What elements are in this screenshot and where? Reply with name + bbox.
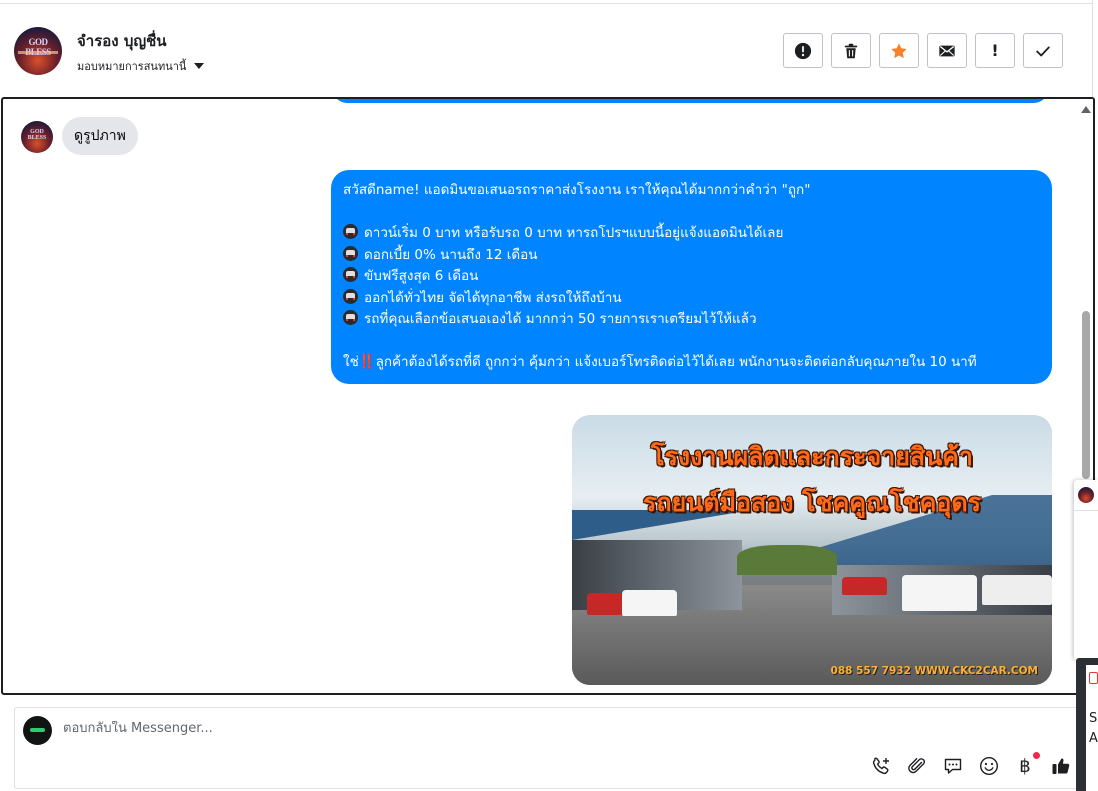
follow-up-button[interactable]: !	[975, 33, 1015, 68]
scroll-thumb[interactable]	[1082, 311, 1090, 479]
message-line: สวัสดีname! แอดมินขอเสนอรถราคาส่งโรงงาน …	[343, 182, 811, 198]
call-button[interactable]	[870, 755, 892, 777]
mark-unread-button[interactable]	[927, 33, 967, 68]
exclamation-icon: !	[991, 41, 999, 60]
car-emoji-icon	[343, 245, 358, 261]
outgoing-message[interactable]: สวัสดีname! แอดมินขอเสนอรถราคาส่งโรงงาน …	[331, 170, 1052, 384]
emoji-button[interactable]	[978, 755, 1000, 777]
chat-head-avatar[interactable]	[1078, 487, 1094, 503]
scroll-up-arrow-icon[interactable]	[1081, 106, 1091, 113]
previous-message-bubble	[333, 99, 1048, 103]
double-exclamation-emoji: ‼️	[358, 354, 376, 370]
image-title-line2: รถยนต์มือสอง โชคคูณโชคอุดร	[642, 488, 982, 517]
reply-composer: ฿	[14, 707, 1084, 789]
thumbs-up-icon	[1052, 758, 1070, 774]
chat-head-divider	[1074, 510, 1098, 511]
delete-button[interactable]	[831, 33, 871, 68]
calendar-icon	[1089, 672, 1098, 684]
page-avatar	[23, 716, 52, 745]
message-thread[interactable]: GOD BLESS ดูรูปภาพ สวัสดีname! แอดมินขอเ…	[1, 97, 1095, 695]
chat-head-panel[interactable]	[1074, 480, 1098, 660]
checkmark-icon	[1036, 46, 1050, 56]
saved-replies-button[interactable]	[942, 755, 964, 777]
message-bullet: ดาวน์เริ่ม 0 บาท หรือรับรถ 0 บาท หารถโปร…	[343, 223, 1040, 245]
like-button[interactable]	[1050, 755, 1072, 777]
car-emoji-icon	[343, 288, 358, 304]
image-car	[902, 575, 977, 611]
car-emoji-icon	[343, 267, 358, 282]
contact-name[interactable]: จำรอง บุญชื่น	[77, 29, 167, 53]
image-car	[587, 593, 627, 615]
avatar-text: GOD BLESS	[25, 37, 51, 57]
image-car	[842, 577, 887, 595]
notification-dot	[1033, 752, 1040, 759]
image-title-line1: โรงงานผลิตและกระจายสินค้า	[651, 442, 973, 471]
phone-add-icon	[872, 757, 889, 775]
caret-down-icon	[194, 63, 205, 69]
side-popup-text-a: A	[1089, 731, 1098, 746]
composer-tools: ฿	[870, 752, 1072, 777]
image-footer: 088 557 7932 WWW.CKC2CAR.COM	[830, 665, 1038, 677]
image-trees	[737, 545, 837, 575]
paperclip-icon	[908, 758, 925, 774]
emoji-icon	[979, 756, 999, 776]
message-bullet: ขับฟรีสูงสุด 6 เดือน	[343, 266, 1040, 288]
contact-avatar[interactable]: GOD BLESS	[14, 27, 62, 75]
message-bullet: ออกได้ทั่วไทย จัดได้ทุกอาชีพ ส่งรถให้ถึง…	[343, 288, 1040, 310]
incoming-message[interactable]: ดูรูปภาพ	[62, 117, 138, 155]
assign-label: มอบหมายการสนทนานี้	[77, 60, 187, 73]
avatar-text: GOD BLESS	[27, 129, 47, 141]
message-bullet: ดอกเบี้ย 0% นานถึง 12 เดือน	[343, 245, 1040, 267]
star-icon	[891, 42, 907, 58]
attach-button[interactable]	[906, 755, 928, 777]
saved-reply-icon	[944, 758, 962, 774]
star-button[interactable]	[879, 33, 919, 68]
alert-circle-icon	[794, 42, 812, 59]
image-message[interactable]: โรงงานผลิตและกระจายสินค้า รถยนต์มือสอง โ…	[572, 415, 1052, 685]
assign-conversation-dropdown[interactable]: มอบหมายการสนทนานี้	[77, 57, 205, 75]
car-emoji-icon	[343, 310, 358, 325]
payment-button[interactable]: ฿	[1014, 752, 1040, 777]
reply-input[interactable]	[63, 721, 863, 736]
baht-payment-icon: ฿	[1019, 755, 1031, 777]
side-popup-text-s: S	[1089, 711, 1098, 726]
mark-done-button[interactable]	[1023, 33, 1063, 68]
envelope-icon	[939, 45, 955, 56]
trash-icon	[844, 43, 858, 58]
message-bullet: รถที่คุณเลือกข้อเสนอเองได้ มากกว่า 50 รา…	[343, 309, 1040, 331]
car-emoji-icon	[343, 224, 358, 239]
image-car	[622, 590, 677, 616]
contact-avatar-small[interactable]: GOD BLESS	[21, 121, 53, 153]
image-car	[982, 575, 1052, 605]
message-closing: ใช่‼️ลูกค้าต้องได้รถที่ดี ถูกกว่า คุ้มกว…	[343, 354, 977, 370]
conversation-header: GOD BLESS จำรอง บุญชื่น มอบหมายการสนทนาน…	[0, 4, 1092, 96]
spam-button[interactable]	[783, 33, 823, 68]
avatar-decoration	[18, 51, 58, 54]
inbox-page: GOD BLESS จำรอง บุญชื่น มอบหมายการสนทนาน…	[0, 0, 1098, 791]
conversation-actions: !	[783, 33, 1063, 68]
